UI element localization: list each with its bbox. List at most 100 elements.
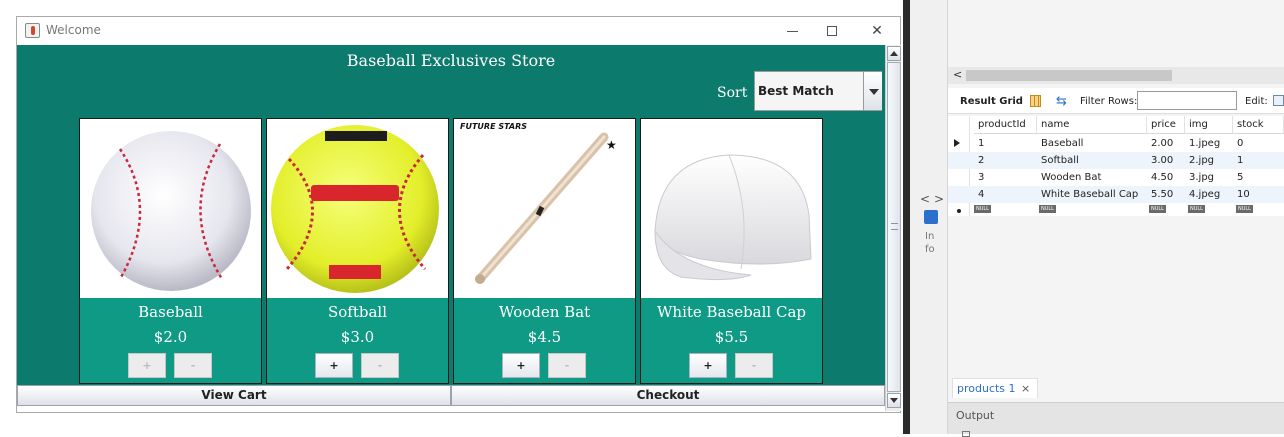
new-row[interactable]: NULL NULL NULL NULL NULL xyxy=(948,202,1284,219)
product-card-softball: Softball $3.0 + - xyxy=(266,118,449,384)
tab-products-1[interactable]: products 1 × xyxy=(952,378,1038,398)
product-price: $4.5 xyxy=(527,328,562,346)
sort-selected-value: Best Match xyxy=(758,84,834,98)
remove-baseball-button[interactable]: - xyxy=(174,353,212,378)
new-row-icon xyxy=(957,209,961,213)
scrollbar-thumb[interactable] xyxy=(966,70,1172,81)
product-card-baseball: Baseball $2.0 + - xyxy=(79,118,262,384)
remove-softball-button[interactable]: - xyxy=(361,353,399,378)
baseball-image-svg xyxy=(91,131,251,291)
cell-productid[interactable]: 1 xyxy=(974,135,984,152)
cell-price[interactable]: 3.00 xyxy=(1147,152,1173,169)
filter-rows-input[interactable] xyxy=(1137,91,1237,110)
product-price: $5.5 xyxy=(714,328,749,346)
close-button[interactable]: ✕ xyxy=(862,21,892,41)
product-name: Baseball xyxy=(138,303,203,321)
table-row[interactable]: 4 White Baseball Cap 5.50 4.jpeg 10 xyxy=(948,186,1284,203)
cell-productid[interactable]: 4 xyxy=(974,186,984,203)
column-header-productid[interactable]: productId xyxy=(974,116,1037,134)
remove-white-cap-button[interactable]: - xyxy=(735,353,773,378)
cell-name[interactable]: Baseball xyxy=(1037,135,1083,152)
sort-dropdown[interactable]: Best Match xyxy=(754,71,882,111)
scrollbar-thumb[interactable] xyxy=(887,62,901,392)
cell-productid[interactable]: 3 xyxy=(974,169,984,186)
null-badge: NULL xyxy=(1039,205,1056,213)
result-toolbar: Result Grid ⇆ Filter Rows: Edit: xyxy=(948,88,1284,114)
title-bar[interactable]: Welcome ✕ xyxy=(17,17,900,45)
null-badge: NULL xyxy=(1149,205,1166,213)
product-name: Softball xyxy=(327,303,388,321)
column-header-img[interactable]: img xyxy=(1185,116,1233,134)
refresh-icon[interactable]: ⇆ xyxy=(1056,94,1067,109)
info-icon[interactable] xyxy=(924,210,938,224)
null-badge: NULL xyxy=(1188,205,1205,213)
cell-productid[interactable]: 2 xyxy=(974,152,984,169)
scroll-down-icon[interactable] xyxy=(887,393,901,408)
collapse-right-icon[interactable]: > xyxy=(934,192,944,206)
horizontal-scrollbar[interactable]: < xyxy=(948,67,1284,84)
cell-stock[interactable]: 5 xyxy=(1233,169,1243,186)
output-toggle-icon[interactable] xyxy=(962,431,970,437)
cell-price[interactable]: 2.00 xyxy=(1147,135,1173,152)
cell-name[interactable]: Softball xyxy=(1037,152,1079,169)
table-row[interactable]: 3 Wooden Bat 4.50 3.jpg 5 xyxy=(948,169,1284,186)
cell-stock[interactable]: 0 xyxy=(1233,135,1243,152)
cell-img[interactable]: 1.jpeg xyxy=(1185,135,1220,152)
cell-stock[interactable]: 10 xyxy=(1233,186,1250,203)
edit-icon[interactable] xyxy=(1273,95,1284,106)
column-header-stock[interactable]: stock xyxy=(1233,116,1284,134)
window-title: Welcome xyxy=(46,23,101,37)
result-grid-tab[interactable]: Result Grid xyxy=(960,96,1023,107)
svg-text:★: ★ xyxy=(606,138,617,152)
output-label: Output xyxy=(956,409,995,422)
wooden-bat-image: ★ FUTURE STARS xyxy=(454,119,635,298)
remove-wooden-bat-button[interactable]: - xyxy=(548,353,586,378)
store-panel: Baseball Exclusives Store Sort Best Matc… xyxy=(17,45,885,385)
minimize-button[interactable] xyxy=(777,21,807,41)
cell-name[interactable]: White Baseball Cap xyxy=(1037,186,1138,203)
softball-image xyxy=(267,119,448,298)
add-baseball-button[interactable]: + xyxy=(128,353,166,378)
vertical-scrollbar[interactable] xyxy=(885,45,901,411)
cell-img[interactable]: 2.jpg xyxy=(1185,152,1214,169)
edit-label: Edit: xyxy=(1245,96,1268,107)
checkout-button[interactable]: Checkout xyxy=(451,385,885,406)
wooden-bat-image-svg: ★ xyxy=(475,132,617,284)
tab-label: products 1 xyxy=(957,382,1016,395)
scroll-up-icon[interactable] xyxy=(887,46,901,61)
java-app-icon xyxy=(25,23,40,38)
close-icon[interactable]: × xyxy=(1021,382,1030,395)
chevron-down-icon[interactable] xyxy=(863,72,882,110)
cell-img[interactable]: 3.jpg xyxy=(1185,169,1214,186)
minimize-icon xyxy=(786,30,798,32)
cell-img[interactable]: 4.jpeg xyxy=(1185,186,1220,203)
table-row[interactable]: 2 Softball 3.00 2.jpg 1 xyxy=(948,152,1284,169)
column-header-price[interactable]: price xyxy=(1147,116,1185,134)
column-header-name[interactable]: name xyxy=(1037,116,1147,134)
add-wooden-bat-button[interactable]: + xyxy=(502,353,540,378)
maximize-button[interactable] xyxy=(817,21,847,41)
info-label: In fo xyxy=(925,231,935,255)
product-name: Wooden Bat xyxy=(498,303,591,321)
scroll-left-icon[interactable]: < xyxy=(953,68,962,81)
null-badge: NULL xyxy=(1236,205,1253,213)
cell-stock[interactable]: 1 xyxy=(1233,152,1243,169)
window-divider xyxy=(903,0,910,434)
table-row[interactable]: 1 Baseball 2.00 1.jpeg 0 xyxy=(948,135,1284,152)
grid-view-icon[interactable] xyxy=(1030,95,1041,107)
white-cap-image-svg xyxy=(654,154,812,281)
add-white-cap-button[interactable]: + xyxy=(689,353,727,378)
cell-name[interactable]: Wooden Bat xyxy=(1037,169,1101,186)
cell-price[interactable]: 4.50 xyxy=(1147,169,1173,186)
baseball-image xyxy=(80,119,261,298)
current-row-icon xyxy=(954,139,960,147)
maximize-icon xyxy=(827,26,837,36)
product-card-white-cap: White Baseball Cap $5.5 + - xyxy=(640,118,823,384)
product-price: $3.0 xyxy=(340,328,375,346)
view-cart-button[interactable]: View Cart xyxy=(17,385,451,406)
collapse-left-icon[interactable]: < xyxy=(920,192,930,206)
cell-price[interactable]: 5.50 xyxy=(1147,186,1173,203)
workbench-result-panel: < Result Grid ⇆ Filter Rows: Edit: produ… xyxy=(948,0,1284,437)
add-softball-button[interactable]: + xyxy=(315,353,353,378)
store-window: Welcome ✕ Baseball Exclusives Store Sort… xyxy=(16,16,901,413)
